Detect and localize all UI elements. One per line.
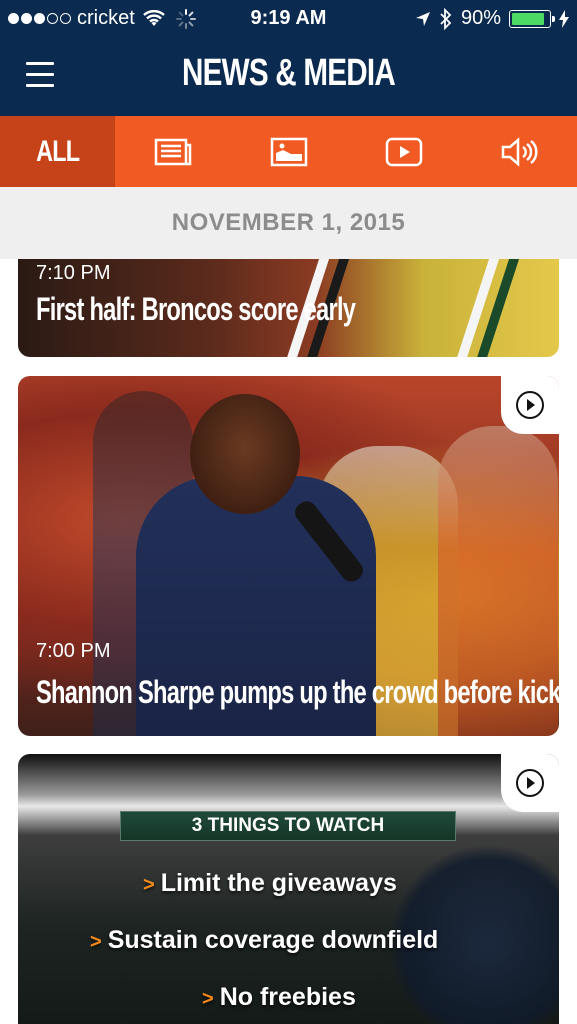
news-feed: 7:10 PM First half: Broncos score early … [0, 259, 577, 1024]
article-icon [154, 138, 192, 165]
page-title: NEWS & MEDIA [182, 52, 396, 94]
charging-bolt-icon [559, 9, 569, 28]
graphic-banner: 3 THINGS TO WATCH [120, 811, 456, 841]
feed-card-title: Shannon Sharpe pumps up the crowd before… [36, 674, 559, 710]
top-bar: cricket 9:19 AM 90% NEWS & MEDIA [0, 0, 577, 116]
graphic-bullet: > No freebies [202, 983, 356, 1011]
feed-card-time: 7:10 PM [36, 262, 111, 284]
tab-articles[interactable] [115, 116, 230, 187]
tab-audio[interactable] [462, 116, 577, 187]
media-filter-tabs: ALL [0, 116, 577, 197]
video-play-icon [385, 137, 423, 166]
feed-card-title: First half: Broncos score early [36, 291, 356, 327]
battery-percent: 90% [460, 7, 501, 29]
tab-all[interactable]: ALL [0, 116, 116, 197]
date-header: NOVEMBER 1, 2015 [0, 187, 577, 259]
status-bar: cricket 9:19 AM 90% [0, 0, 577, 38]
location-arrow-icon [415, 11, 430, 26]
play-circle-icon [516, 769, 544, 797]
feed-card[interactable]: 3 THINGS TO WATCH > Limit the giveaways >… [18, 754, 559, 1024]
hamburger-menu-icon[interactable] [26, 62, 54, 88]
tab-all-label: ALL [36, 134, 80, 168]
feed-card[interactable]: 7:10 PM First half: Broncos score early [18, 259, 559, 357]
video-badge [501, 754, 559, 812]
audio-speaker-icon [502, 136, 538, 167]
feed-card-time: 7:00 PM [36, 640, 111, 662]
graphic-bullet: > Sustain coverage downfield [90, 926, 439, 954]
tab-videos[interactable] [346, 116, 461, 187]
feed-card[interactable]: 7:00 PM Shannon Sharpe pumps up the crow… [18, 376, 559, 736]
speaker-head [190, 394, 300, 514]
tab-photos[interactable] [231, 116, 346, 187]
graphic-bullet: > Limit the giveaways [143, 869, 397, 897]
bluetooth-icon [440, 7, 452, 30]
photo-icon [270, 137, 307, 166]
video-badge [501, 376, 559, 434]
battery-icon [509, 9, 555, 28]
play-circle-icon [516, 391, 544, 419]
